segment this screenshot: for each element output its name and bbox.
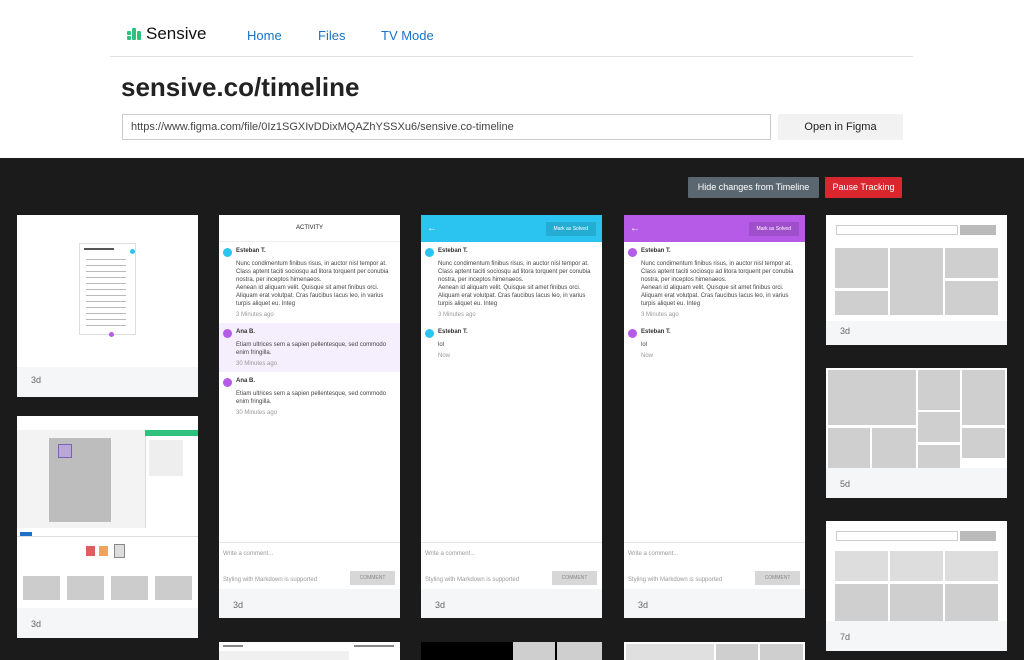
card-thumbnail [826, 368, 1007, 468]
comment-author: Esteban T. [438, 248, 468, 254]
comment: Ana B. Etiam ultrices sem a sapien pelle… [219, 372, 400, 421]
card-thumbnail [826, 215, 1007, 321]
avatar [223, 329, 232, 338]
activity-panel: ACTIVITY Esteban T. Nunc condimentum fin… [219, 215, 400, 589]
comment-box: Write a comment... Styling with Markdown… [624, 542, 805, 589]
comment-author: Esteban T. [641, 248, 671, 254]
comment-input[interactable]: Write a comment... [223, 551, 273, 557]
timeline-card[interactable]: 3d [17, 215, 198, 397]
card-age: 3d [638, 600, 649, 610]
timeline-card[interactable]: 5d [826, 368, 1007, 498]
hide-changes-button[interactable]: Hide changes from Timeline [688, 177, 819, 198]
sensive-logo-icon [127, 27, 142, 41]
avatar [628, 329, 637, 338]
comment: Esteban T. lol Now [624, 323, 805, 364]
timeline-board: Hide changes from Timeline Pause Trackin… [0, 158, 1024, 660]
card-age: 3d [31, 619, 42, 629]
page-header: Sensive Home Files TV Mode sensive.co/ti… [0, 0, 1024, 158]
comment-time: Now [641, 353, 654, 359]
logo[interactable]: Sensive [127, 24, 206, 44]
pause-tracking-button[interactable]: Pause Tracking [825, 177, 902, 198]
brand-name: Sensive [146, 24, 207, 43]
comment-author: Esteban T. [641, 329, 671, 335]
comment-box: Write a comment... Styling with Markdown… [219, 542, 400, 589]
mark-solved-button[interactable]: Mark as Solved [748, 221, 799, 236]
comment-button[interactable]: COMMENT [350, 571, 395, 585]
top-nav: Sensive Home Files TV Mode [110, 0, 913, 57]
timeline-card[interactable] [421, 642, 602, 660]
card-thumbnail [17, 215, 198, 367]
activity-header: ACTIVITY [219, 215, 400, 242]
card-age: 5d [840, 479, 851, 489]
activity-card[interactable]: ACTIVITY Esteban T. Nunc condimentum fin… [219, 215, 400, 618]
card-thumbnail [17, 416, 198, 608]
thread-panel: ← Mark as Solved Esteban T. Nunc condime… [624, 215, 805, 589]
avatar [628, 248, 637, 257]
comment-button[interactable]: COMMENT [755, 571, 800, 585]
comment-author: Ana B. [236, 329, 256, 335]
activity-title: ACTIVITY [295, 225, 323, 231]
open-in-figma-button[interactable]: Open in Figma [778, 114, 903, 140]
comment-time: 3 Minutes ago [438, 312, 476, 318]
comment-author: Esteban T. [236, 248, 266, 254]
comment-text: Nunc condimentum finibus risus, in aucto… [641, 261, 794, 307]
comment: Ana B. Etiam ultrices sem a sapien pelle… [219, 323, 400, 372]
markdown-hint: Styling with Markdown is supported [425, 577, 520, 583]
comment-time: 30 Minutes ago [236, 410, 278, 416]
card-thumbnail [826, 521, 1007, 621]
comment-text: lol [438, 342, 445, 348]
markdown-hint: Styling with Markdown is supported [628, 577, 723, 583]
comment-text: Etiam ultrices sem a sapien pellentesque… [236, 342, 387, 356]
avatar [425, 248, 434, 257]
thread-card[interactable]: ← Mark as Solved Esteban T. Nunc condime… [421, 215, 602, 618]
thread-panel: ← Mark as Solved Esteban T. Nunc condime… [421, 215, 602, 589]
nav-home-link[interactable]: Home [247, 28, 282, 43]
card-age: 3d [435, 600, 446, 610]
comment-input[interactable]: Write a comment... [628, 551, 678, 557]
comment-text: Nunc condimentum finibus risus, in aucto… [236, 261, 389, 307]
mark-solved-button[interactable]: Mark as Solved [545, 221, 596, 236]
back-arrow-icon[interactable]: ← [630, 223, 640, 234]
comment: Esteban T. lol Now [421, 323, 602, 364]
comment-input[interactable]: Write a comment... [425, 551, 475, 557]
nav-tv-mode-link[interactable]: TV Mode [381, 28, 434, 43]
comment-time: 30 Minutes ago [236, 361, 278, 367]
card-age: 3d [840, 326, 851, 336]
comment-time: 3 Minutes ago [236, 312, 274, 318]
markdown-hint: Styling with Markdown is supported [223, 577, 318, 583]
card-age: 7d [840, 632, 851, 642]
comment-text: lol [641, 342, 648, 348]
timeline-card[interactable]: 7d [826, 521, 1007, 651]
comment-author: Ana B. [236, 378, 256, 384]
comment: Esteban T. Nunc condimentum finibus risu… [421, 242, 602, 323]
comment-text: Etiam ultrices sem a sapien pellentesque… [236, 391, 387, 405]
comment-author: Esteban T. [438, 329, 468, 335]
comment-box: Write a comment... Styling with Markdown… [421, 542, 602, 589]
back-arrow-icon[interactable]: ← [427, 223, 437, 234]
thread-card[interactable]: ← Mark as Solved Esteban T. Nunc condime… [624, 215, 805, 618]
menu-preview [79, 243, 136, 337]
comment-time: Now [438, 353, 451, 359]
page-title: sensive.co/timeline [121, 72, 360, 102]
timeline-card[interactable] [219, 642, 400, 660]
avatar [425, 329, 434, 338]
timeline-card[interactable]: 3d [17, 416, 198, 638]
figma-url-input[interactable]: https://www.figma.com/file/0Iz1SGXIvDDix… [122, 114, 771, 140]
thread-header: ← Mark as Solved [421, 215, 602, 242]
nav-files-link[interactable]: Files [318, 28, 345, 43]
card-age: 3d [31, 375, 42, 385]
timeline-card[interactable]: 3d [826, 215, 1007, 345]
thread-header: ← Mark as Solved [624, 215, 805, 242]
comment-text: Nunc condimentum finibus risus, in aucto… [438, 261, 591, 307]
comment-button[interactable]: COMMENT [552, 571, 597, 585]
avatar [223, 248, 232, 257]
card-age: 3d [233, 600, 244, 610]
comment: Esteban T. Nunc condimentum finibus risu… [624, 242, 805, 323]
comment-time: 3 Minutes ago [641, 312, 679, 318]
timeline-card[interactable] [624, 642, 805, 660]
avatar [223, 378, 232, 387]
comment: Esteban T. Nunc condimentum finibus risu… [219, 242, 400, 323]
